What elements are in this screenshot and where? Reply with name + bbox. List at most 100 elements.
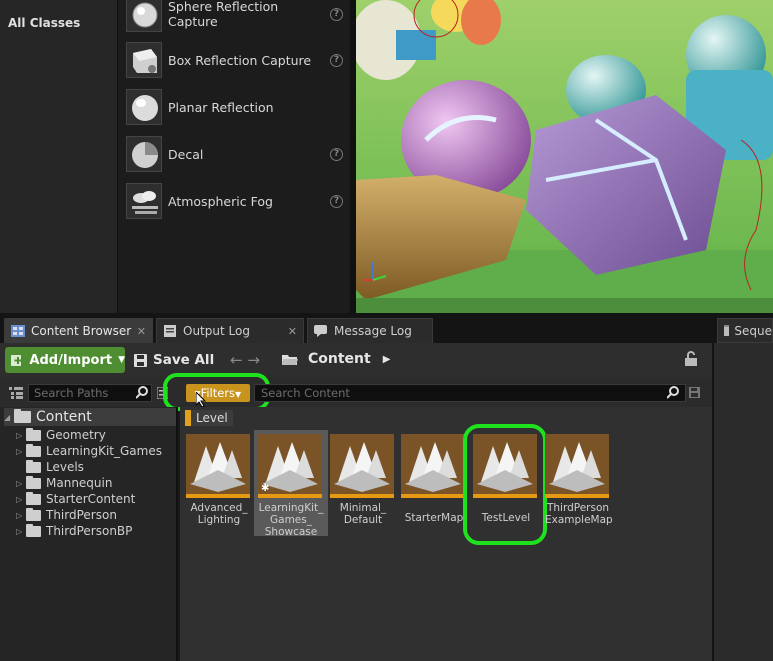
box-reflection-capture-icon bbox=[126, 42, 162, 78]
folder-open-icon bbox=[14, 409, 31, 423]
sequencer-icon bbox=[724, 324, 730, 336]
asset-tile[interactable]: Advanced_ Lighting bbox=[186, 434, 252, 526]
testlevel-highlight-annotation bbox=[463, 424, 547, 545]
place-actors-list: Sphere Reflection Capture ? Box Reflecti… bbox=[117, 0, 350, 313]
tree-item-label: Geometry bbox=[46, 428, 106, 442]
save-all-button[interactable]: Save All bbox=[134, 349, 214, 371]
help-icon[interactable]: ? bbox=[330, 194, 343, 208]
bottom-tab-bar: Content Browser ✕ Output Log ✕ Message L… bbox=[0, 313, 773, 343]
actor-label: Atmospheric Fog bbox=[168, 193, 273, 209]
sources-panel-toggle-icon[interactable] bbox=[9, 387, 23, 399]
tree-item-label: ThirdPersonBP bbox=[46, 524, 133, 538]
tab-output-log[interactable]: Output Log ✕ bbox=[156, 318, 304, 343]
sequencer-panel bbox=[714, 343, 773, 661]
class-category-rail bbox=[0, 0, 117, 313]
asset-name: LearningKit_ Games_ Showcase bbox=[258, 502, 324, 538]
chevron-right-icon[interactable]: ▷ bbox=[16, 447, 26, 456]
actor-label: Planar Reflection bbox=[168, 99, 274, 115]
tab-sequencer[interactable]: Seque bbox=[717, 318, 773, 343]
tree-item-label: Mannequin bbox=[46, 476, 113, 490]
asset-tile[interactable]: StarterMap bbox=[401, 434, 467, 524]
chevron-right-icon[interactable]: ▷ bbox=[16, 431, 26, 440]
tree-item[interactable]: ▷ ThirdPersonBP bbox=[16, 523, 132, 539]
atmospheric-fog-icon bbox=[126, 183, 162, 219]
tab-content-browser[interactable]: Content Browser ✕ bbox=[4, 318, 153, 343]
tree-item[interactable]: ▷ StarterContent bbox=[16, 491, 135, 507]
message-log-icon bbox=[314, 325, 327, 337]
asset-tile-selected[interactable]: ✱ LearningKit_ Games_ Showcase bbox=[254, 430, 328, 538]
search-icon[interactable] bbox=[667, 386, 680, 399]
content-browser-toolbar: Add/Import ▼ Save All ← → Content ▶ bbox=[0, 343, 712, 377]
level-asset-icon bbox=[186, 434, 250, 498]
tab-label: Output Log bbox=[183, 324, 250, 338]
tab-message-log[interactable]: Message Log bbox=[307, 318, 433, 343]
chevron-down-icon[interactable]: ◢ bbox=[4, 413, 14, 422]
save-search-icon[interactable] bbox=[689, 387, 700, 398]
active-filter-chip[interactable]: Level bbox=[185, 410, 233, 426]
folder-icon bbox=[26, 443, 41, 457]
breadcrumb[interactable]: Content ▶ bbox=[282, 351, 390, 367]
search-paths-input[interactable]: Search Paths bbox=[28, 384, 152, 402]
close-icon[interactable]: ✕ bbox=[137, 325, 146, 338]
close-icon[interactable]: ✕ bbox=[288, 325, 297, 338]
chevron-right-icon[interactable]: ▷ bbox=[16, 479, 26, 488]
folder-icon bbox=[26, 459, 41, 473]
tree-item-content[interactable]: ◢ Content bbox=[4, 408, 176, 426]
sources-tree-panel: ◢ Content ▷ Geometry ▷ LearningKit_Games… bbox=[0, 407, 178, 661]
level-asset-icon bbox=[401, 434, 465, 498]
chevron-right-icon[interactable]: ▷ bbox=[16, 527, 26, 536]
folder-icon bbox=[26, 507, 41, 521]
planar-reflection-icon bbox=[126, 89, 162, 125]
chevron-right-icon[interactable]: ▶ bbox=[383, 354, 391, 365]
folder-icon bbox=[26, 427, 41, 441]
level-asset-icon bbox=[330, 434, 394, 498]
level-viewport[interactable] bbox=[356, 0, 773, 313]
back-arrow-icon[interactable]: ← bbox=[230, 351, 243, 369]
tree-item[interactable]: ▷ LearningKit_Games bbox=[16, 443, 162, 459]
asset-name: Minimal_ Default bbox=[339, 502, 387, 526]
asset-tile[interactable]: ThirdPerson ExampleMap bbox=[545, 434, 613, 526]
save-all-label: Save All bbox=[153, 352, 215, 368]
tree-root-label: Content bbox=[36, 409, 92, 425]
actor-item-decal[interactable]: Decal ? bbox=[118, 132, 351, 176]
folder-open-icon bbox=[282, 354, 298, 365]
help-icon[interactable]: ? bbox=[330, 53, 343, 67]
actor-item-box-reflection-capture[interactable]: Box Reflection Capture ? bbox=[118, 38, 351, 82]
tree-item-label: Levels bbox=[46, 460, 84, 474]
help-icon[interactable]: ? bbox=[330, 147, 343, 161]
lock-icon[interactable] bbox=[684, 351, 698, 367]
tab-label: Content Browser bbox=[31, 324, 132, 338]
asset-tile[interactable]: Minimal_ Default bbox=[330, 434, 396, 526]
all-classes-category[interactable]: All Classes bbox=[8, 16, 80, 30]
add-import-button[interactable]: Add/Import ▼ bbox=[5, 347, 125, 373]
tree-item[interactable]: ▷ ThirdPerson bbox=[16, 507, 117, 523]
actor-item-planar-reflection[interactable]: Planar Reflection bbox=[118, 85, 351, 129]
actor-label: Decal bbox=[168, 146, 204, 162]
tree-item-label: LearningKit_Games bbox=[46, 444, 162, 458]
output-log-icon bbox=[164, 325, 176, 337]
folder-icon bbox=[26, 491, 41, 505]
forward-arrow-icon[interactable]: → bbox=[247, 351, 260, 369]
chevron-right-icon[interactable]: ▷ bbox=[16, 495, 26, 504]
modified-star-icon: ✱ bbox=[261, 483, 270, 494]
mouse-cursor-icon bbox=[196, 392, 207, 408]
actor-item-atmospheric-fog[interactable]: Atmospheric Fog ? bbox=[118, 179, 351, 223]
add-import-label: Add/Import bbox=[29, 352, 113, 368]
tree-item[interactable]: Levels bbox=[16, 459, 84, 475]
save-icon bbox=[134, 353, 147, 367]
decal-icon bbox=[126, 136, 162, 172]
actor-item-sphere-reflection-capture[interactable]: Sphere Reflection Capture ? bbox=[118, 0, 351, 36]
chevron-down-icon: ▼ bbox=[118, 355, 125, 365]
history-nav: ← → bbox=[230, 351, 260, 369]
tree-item-label: StarterContent bbox=[46, 492, 136, 506]
tree-item[interactable]: ▷ Mannequin bbox=[16, 475, 112, 491]
help-icon[interactable]: ? bbox=[330, 7, 343, 21]
search-icon[interactable] bbox=[136, 386, 149, 399]
add-import-icon bbox=[11, 355, 22, 366]
search-content-input[interactable]: Search Content bbox=[254, 384, 686, 402]
tree-item[interactable]: ▷ Geometry bbox=[16, 427, 106, 443]
chevron-right-icon[interactable]: ▷ bbox=[16, 511, 26, 520]
folder-icon bbox=[26, 523, 41, 537]
actor-label: Sphere Reflection Capture bbox=[168, 0, 279, 29]
breadcrumb-root[interactable]: Content bbox=[308, 351, 371, 367]
